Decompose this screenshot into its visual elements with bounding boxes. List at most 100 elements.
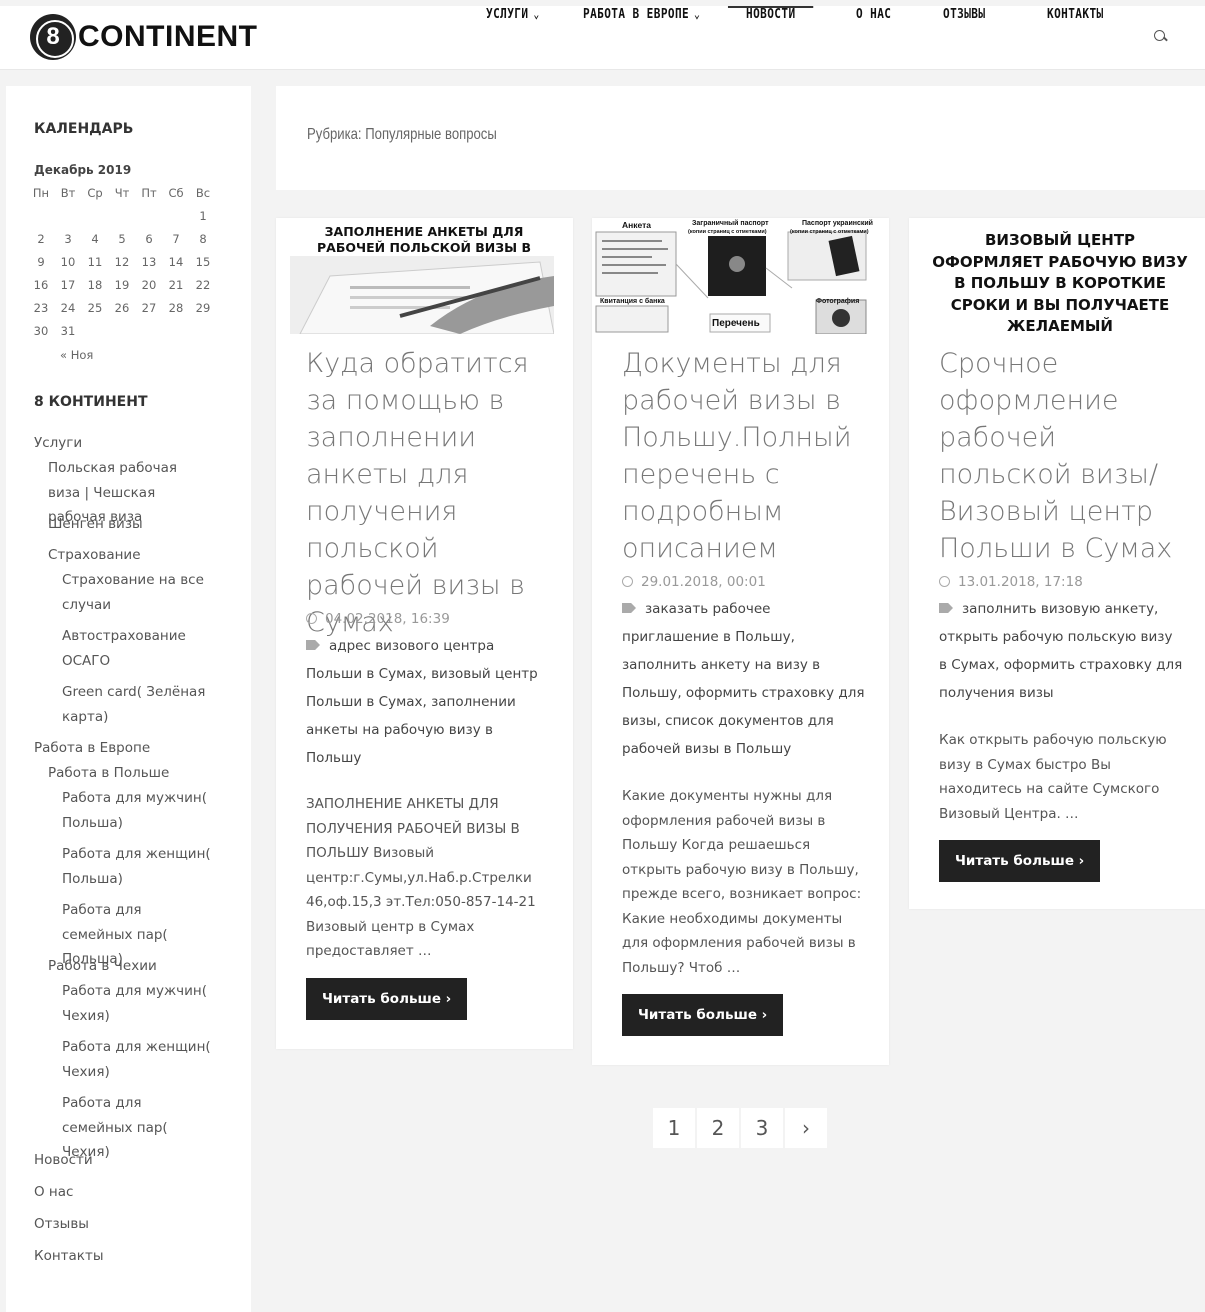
calendar-day: 9 — [37, 255, 45, 269]
post-thumbnail[interactable]: ВИЗОВЫЙ ЦЕНТР ОФОРМЛЯЕТ РАБОЧУЮ ВИЗУ В П… — [909, 218, 1205, 334]
chevron-down-icon: ⌄ — [694, 7, 701, 21]
calendar-day: 24 — [60, 301, 76, 315]
nav-item-news[interactable]: НОВОСТИ — [727, 6, 815, 70]
image-label: Перечень — [712, 318, 760, 329]
form-pen-illustration — [290, 256, 554, 334]
nav-label: НОВОСТИ — [746, 6, 796, 22]
nav-item-contacts[interactable]: КОНТАКТЫ — [1047, 6, 1104, 70]
sidebar-menu-item[interactable]: Услуги — [34, 431, 211, 456]
nav-label: ОТЗЫВЫ — [943, 6, 986, 22]
post-card: ЗАПОЛНЕНИЕ АНКЕТЫ ДЛЯ РАБОЧЕЙ ПОЛЬСКОЙ В… — [276, 218, 573, 1049]
search-icon[interactable] — [1154, 30, 1168, 44]
image-label: (копии страниц с отметками) — [790, 229, 869, 235]
nav-item-services[interactable]: УСЛУГИ ⌄ — [486, 6, 540, 70]
documents-illustration — [592, 218, 889, 334]
calendar-day: 1 — [199, 209, 207, 223]
post-title[interactable]: Документы для рабочей визы в Польшу.Полн… — [622, 345, 867, 567]
calendar-heading: КАЛЕНДАРЬ — [34, 121, 134, 137]
calendar-day: 29 — [195, 301, 211, 315]
sidebar-menu-item[interactable]: О нас — [34, 1180, 211, 1205]
image-label: Заграничный паспорт — [692, 220, 769, 227]
post-thumbnail[interactable]: ЗАПОЛНЕНИЕ АНКЕТЫ ДЛЯ РАБОЧЕЙ ПОЛЬСКОЙ В… — [276, 218, 573, 334]
sidebar-menu-item[interactable]: Работа в Европе — [34, 736, 211, 761]
post-date-text: 29.01.2018, 00:01 — [641, 574, 766, 590]
sidebar-menu-item[interactable]: Автострахование ОСАГО — [62, 624, 211, 673]
sidebar-menu-item[interactable]: Страхование — [48, 543, 211, 568]
post-tags-text[interactable]: заказать рабочее приглашение в Польшу, з… — [622, 601, 864, 757]
sidebar-menu-item[interactable]: Контакты — [34, 1244, 211, 1269]
pagination-page-1[interactable]: 1 — [653, 1108, 695, 1148]
pagination-page-3[interactable]: 3 — [741, 1108, 783, 1148]
image-label: Квитанция с банка — [600, 298, 665, 305]
sidebar-menu-item[interactable]: Новости — [34, 1148, 211, 1173]
sidebar-menu-item[interactable]: Работа для мужчин( Польша) — [62, 786, 211, 835]
calendar-day: 18 — [87, 278, 103, 292]
post-title[interactable]: Куда обратится за помощью в заполнении а… — [306, 345, 551, 641]
post-tags[interactable]: адрес визового центра Польши в Сумах, ви… — [306, 632, 551, 772]
calendar-day: 27 — [141, 301, 157, 315]
post-tags[interactable]: заказать рабочее приглашение в Польшу, з… — [622, 595, 867, 763]
sidebar-menu-item[interactable]: Шенген визы — [48, 512, 211, 537]
sidebar-menu-item[interactable]: Green card( Зелёная карта) — [62, 680, 211, 729]
calendar-day: 25 — [87, 301, 103, 315]
calendar-day: 7 — [172, 232, 180, 246]
sidebar-menu-item[interactable]: Работа в Чехии — [48, 954, 211, 979]
nav-item-reviews[interactable]: ОТЗЫВЫ — [943, 6, 985, 70]
clock-icon — [622, 576, 633, 587]
post-date: 04.02.2018, 16:39 — [306, 611, 450, 627]
top-bar: 8 CONTINENT УСЛУГИ ⌄ РАБОТА В ЕВРОПЕ ⌄ НОВ… — [0, 0, 1205, 70]
post-card: ВИЗОВЫЙ ЦЕНТР ОФОРМЛЯЕТ РАБОЧУЮ ВИЗУ В П… — [909, 218, 1205, 909]
calendar-day: 22 — [195, 278, 211, 292]
sidebar-menu-item[interactable]: Работа для мужчин( Чехия) — [62, 979, 211, 1028]
nav-item-about[interactable]: О НАС — [856, 6, 891, 70]
post-tags-text[interactable]: адрес визового центра Польши в Сумах, ви… — [306, 638, 538, 766]
sidebar-menu-item[interactable]: Работа для женщин( Польша) — [62, 842, 211, 891]
read-more-button[interactable]: Читать больше › — [939, 840, 1101, 882]
calendar-day: 20 — [141, 278, 157, 292]
sidebar: КАЛЕНДАРЬ Декабрь 2019 Пн Вт Ср Чт Пт Сб Вс 1 2 3… — [6, 86, 251, 1312]
calendar-day: 15 — [195, 255, 211, 269]
calendar-day: 17 — [60, 278, 76, 292]
nav-label: КОНТАКТЫ — [1047, 6, 1104, 22]
calendar-day: 23 — [33, 301, 49, 315]
calendar-day: 14 — [168, 255, 184, 269]
calendar-day: 19 — [114, 278, 130, 292]
calendar-day: 31 — [60, 324, 76, 338]
sidebar-menu-item[interactable]: Отзывы — [34, 1212, 211, 1237]
post-date-text: 04.02.2018, 16:39 — [325, 611, 450, 627]
clock-icon — [939, 576, 950, 587]
read-more-button[interactable]: Читать больше › — [622, 994, 784, 1036]
nav-item-work-in-europe[interactable]: РАБОТА В ЕВРОПЕ ⌄ — [583, 6, 700, 70]
post-date: 29.01.2018, 00:01 — [622, 574, 766, 590]
sidebar-menu-item[interactable]: Работа для женщин( Чехия) — [62, 1035, 211, 1084]
calendar-weekday: Пт — [141, 186, 157, 200]
post-title[interactable]: Срочное оформление рабочей польской визы… — [939, 345, 1184, 567]
site-logo[interactable]: 8 CONTINENT — [30, 14, 258, 60]
calendar-weekday: Сб — [168, 186, 184, 200]
sidebar-menu-item[interactable]: Страхование на все случаи — [62, 568, 211, 617]
calendar-day: 21 — [168, 278, 184, 292]
calendar-day: 6 — [145, 232, 153, 246]
image-label: (копии страниц с отметками) — [688, 229, 767, 235]
tag-icon — [939, 603, 953, 613]
pagination-page-2[interactable]: 2 — [697, 1108, 739, 1148]
calendar-day: 4 — [91, 232, 99, 246]
post-tags-text[interactable]: заполнить визовую анкету, открыть рабочу… — [939, 601, 1182, 701]
calendar-weekday: Вс — [195, 186, 211, 200]
read-more-button[interactable]: Читать больше › — [306, 978, 468, 1020]
calendar-day: 3 — [64, 232, 72, 246]
post-excerpt: ЗАПОЛНЕНИЕ АНКЕТЫ ДЛЯ ПОЛУЧЕНИЯ РАБОЧЕЙ … — [306, 796, 536, 959]
calendar-prev-link[interactable]: « Ноя — [60, 348, 93, 362]
logo-text: CONTINENT — [78, 20, 258, 53]
menu-heading: 8 КОНТИНЕНТ — [34, 394, 148, 410]
post-tags[interactable]: заполнить визовую анкету, открыть рабочу… — [939, 595, 1184, 707]
post-date-text: 13.01.2018, 17:18 — [958, 574, 1083, 590]
post-excerpt: Как открыть рабочую польскую визу в Сума… — [939, 732, 1167, 822]
post-thumbnail[interactable]: Анкета Заграничный паспорт (копии страни… — [592, 218, 889, 334]
calendar-month: Декабрь 2019 — [34, 163, 132, 177]
pagination-next-button[interactable]: › — [785, 1108, 827, 1148]
post-card: Анкета Заграничный паспорт (копии страни… — [592, 218, 889, 1065]
sidebar-menu-item[interactable]: Работа в Польше — [48, 761, 211, 786]
calendar-day: 12 — [114, 255, 130, 269]
tag-icon — [306, 640, 320, 650]
